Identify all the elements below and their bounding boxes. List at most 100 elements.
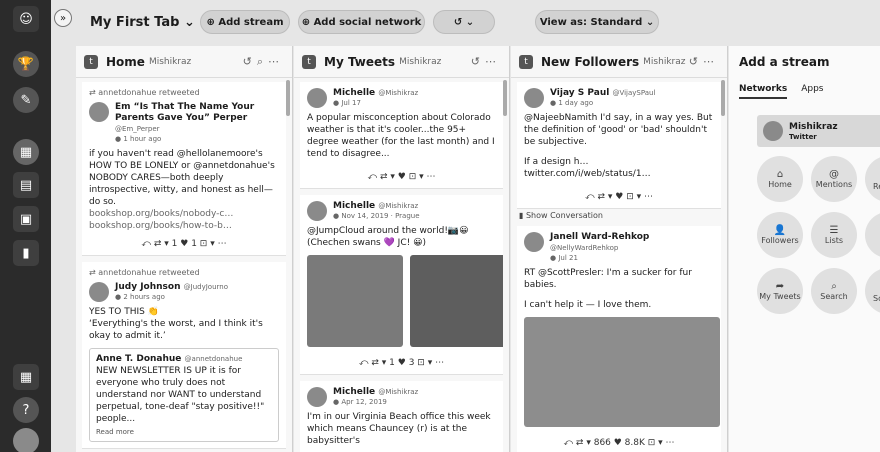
timestamp: Jul 17 <box>341 99 361 107</box>
column-header: t My Tweets Mishikraz ↺⋯ <box>294 46 509 78</box>
author-name[interactable]: Janell Ward-Rehkop <box>550 232 649 242</box>
list-icon: ☰ <box>829 225 839 236</box>
timestamp: 1 day ago <box>558 99 594 107</box>
tweet-text: I can't help it — I love them. <box>524 300 652 310</box>
read-more-link[interactable]: Read more <box>96 428 272 436</box>
show-conversation-link[interactable]: ▮ Show Conversation <box>519 211 721 220</box>
avatar[interactable] <box>307 88 327 108</box>
author-name[interactable]: Em “Is That The Name Your Parents Gave Y… <box>115 102 254 123</box>
tweet-text: I'm in our Virginia Beach office this we… <box>307 412 491 446</box>
tweet-actions[interactable]: ⤺ ⇄ ▾ 866 ♥ 8.8K ⊡ ▾ ⋯ <box>524 438 714 448</box>
stream-option-search[interactable]: ⌕ Search <box>811 268 857 314</box>
tweet-link[interactable]: bookshop.org/books/nobody-c… <box>89 208 279 220</box>
timestamp: 2 hours ago <box>123 293 165 301</box>
tweet-photo[interactable] <box>524 317 720 427</box>
help-icon[interactable]: ? <box>13 397 39 423</box>
author-name[interactable]: Michelle <box>333 88 375 98</box>
tweet-card[interactable]: Janell Ward-Rehkop @NellyWardRehkop ● Ju… <box>517 226 721 452</box>
stream-option-scheduled[interactable]: Sc <box>865 268 880 314</box>
quote-author: Anne T. Donahue <box>96 354 182 364</box>
stream-option-lists[interactable]: ☰ Lists <box>811 212 857 258</box>
tweet-text: @NajeebNamith I'd say, in a way yes. But… <box>524 113 713 147</box>
tab-networks[interactable]: Networks <box>739 84 788 99</box>
stream-option-retweets[interactable]: Re <box>865 156 880 202</box>
hootsuite-app: ☺ 🏆 ✎ ▦ ▤ ▣ ▮ ▦ ? » My First Tab ⌄ ⊕ Add… <box>0 0 880 452</box>
tweet-photo[interactable] <box>307 255 403 347</box>
account-selector[interactable]: Mishikraz Twitter <box>757 115 880 147</box>
compose-icon[interactable]: ✎ <box>13 87 39 113</box>
avatar[interactable] <box>524 232 544 252</box>
network-tabs: Networks Apps <box>729 84 880 99</box>
tweet-text: YES TO THIS 👏 ‘Everything's the worst, a… <box>89 307 263 341</box>
avatar[interactable] <box>524 88 544 108</box>
tweet-card[interactable]: Michelle @Mishikraz ● Apr 12, 2019 I'm i… <box>300 381 503 452</box>
tweet-photo[interactable] <box>410 255 503 347</box>
author-handle: @Mishikraz <box>378 89 419 97</box>
stream-option-home[interactable]: ⌂ Home <box>757 156 803 202</box>
person-icon: 👤 <box>773 225 787 236</box>
tweet-card[interactable]: Michelle @Mishikraz ● Jul 17 A popular m… <box>300 82 503 189</box>
author-handle: @Mishikraz <box>378 388 419 396</box>
author-name[interactable]: Judy Johnson <box>115 282 181 292</box>
apps-grid-icon[interactable]: ▦ <box>13 364 39 390</box>
column-actions[interactable]: ↺⋯ <box>471 55 501 68</box>
tweet-link[interactable]: bookshop.org/books/how-to-b… <box>89 220 279 232</box>
tweet-text: if you haven't read @hellolanemoore's HO… <box>89 149 275 207</box>
expand-sidebar-icon[interactable]: » <box>54 9 72 27</box>
stream-option-mentions[interactable]: @ Mentions <box>811 156 857 202</box>
avatar[interactable] <box>89 282 109 302</box>
owl-logo-icon[interactable]: ☺ <box>13 6 39 32</box>
tweet-actions[interactable]: ⤺ ⇄ ▾ 1 ♥ 3 ⊡ ▾ ⋯ <box>307 358 496 368</box>
quote-handle: @annetdonahue <box>184 355 243 363</box>
tweet-card[interactable]: ⇄ annetdonahue retweeted Judy Johnson @J… <box>82 262 286 449</box>
tweet-actions[interactable]: ⤺ ⇄ ▾ ♥ ⊡ ▾ ⋯ <box>307 172 496 182</box>
refresh-button[interactable]: ↺ ⌄ <box>433 10 495 34</box>
tweet-card[interactable]: Vijay S Paul @VijaySPaul ● 1 day ago @Na… <box>517 82 721 209</box>
profile-avatar[interactable] <box>13 428 39 452</box>
tab-apps[interactable]: Apps <box>801 84 823 99</box>
column-actions[interactable]: ↺⋯ <box>689 55 719 68</box>
author-name[interactable]: Vijay S Paul <box>550 88 609 98</box>
author-handle: @NellyWardRehkop <box>550 244 619 252</box>
trophy-icon[interactable]: 🏆 <box>13 51 39 77</box>
column-header: t New Followers Mishikraz ↺⋯ <box>511 46 727 78</box>
avatar[interactable] <box>307 387 327 407</box>
tweet-card[interactable]: Michelle @Mishikraz ● Nov 14, 2019 · Pra… <box>300 195 503 375</box>
add-social-network-button[interactable]: ⊕ Add social network <box>298 10 425 34</box>
author-name[interactable]: Michelle <box>333 387 375 397</box>
view-as-dropdown[interactable]: View as: Standard ⌄ <box>535 10 659 34</box>
scrollbar[interactable] <box>721 80 725 116</box>
home-icon: ⌂ <box>776 169 784 180</box>
avatar[interactable] <box>89 102 109 122</box>
assignments-icon[interactable]: ▣ <box>13 206 39 232</box>
tweet-actions[interactable]: ⤺ ⇄ ▾ 1 ♥ 1 ⊡ ▾ ⋯ <box>89 239 279 249</box>
streams-icon[interactable]: ▦ <box>13 139 39 165</box>
author-handle: @JudyJourno <box>183 283 228 291</box>
avatar[interactable] <box>307 201 327 221</box>
quoted-tweet[interactable]: Anne T. Donahue @annetdonahue NEW NEWSLE… <box>89 348 279 442</box>
quote-text: NEW NEWSLETTER IS UP it is for everyone … <box>96 366 265 424</box>
plus-icon: ⊕ <box>301 16 314 28</box>
stream-option-my-tweets[interactable]: ➦ My Tweets <box>757 268 803 314</box>
scrollbar[interactable] <box>503 80 507 116</box>
author-name[interactable]: Michelle <box>333 201 375 211</box>
column-actions[interactable]: ↺⌕⋯ <box>243 55 284 69</box>
tweet-actions[interactable]: ⤺ ⇄ ▾ ♥ ⊡ ▾ ⋯ <box>524 192 714 202</box>
calendar-icon[interactable]: ▤ <box>13 172 39 198</box>
tweet-card[interactable]: ⇄ annetdonahue retweeted Em “Is That The… <box>82 82 286 256</box>
my-tweets-column: t My Tweets Mishikraz ↺⋯ Michelle @Mishi… <box>294 46 510 452</box>
stream-option-followers[interactable]: 👤 Followers <box>757 212 803 258</box>
twitter-icon: t <box>84 54 98 69</box>
timestamp: Jul 21 <box>558 254 578 262</box>
new-followers-column: t New Followers Mishikraz ↺⋯ Vijay S Pau… <box>511 46 728 452</box>
scrollbar[interactable] <box>286 80 290 116</box>
analytics-icon[interactable]: ▮ <box>13 240 39 266</box>
stream-option-more[interactable] <box>865 212 880 258</box>
timestamp: Apr 12, 2019 <box>341 398 387 406</box>
tweet-text: RT @ScottPresler: I'm a sucker for fur b… <box>524 268 692 290</box>
add-stream-button[interactable]: ⊕ Add stream <box>200 10 290 34</box>
share-arrow-icon: ➦ <box>775 281 785 292</box>
at-icon: @ <box>829 169 839 180</box>
tab-title-dropdown[interactable]: My First Tab ⌄ <box>90 15 200 30</box>
twitter-icon: t <box>302 54 316 69</box>
